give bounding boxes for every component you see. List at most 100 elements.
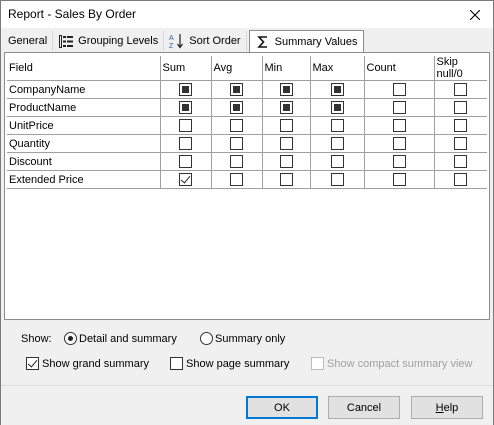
count-checkbox[interactable] xyxy=(392,83,406,96)
header-field: Field xyxy=(7,56,161,81)
min-checkbox[interactable] xyxy=(279,137,293,150)
count-checkbox[interactable] xyxy=(392,119,406,132)
avg-cell xyxy=(210,98,263,117)
grid-header-row: Field Sum Avg Min Max Count Skip null/0 xyxy=(7,56,487,81)
grid-row: Extended Price xyxy=(7,170,487,189)
window-title: Report - Sales By Order xyxy=(8,7,137,21)
tab-strip: General Grouping Levels A Z Sort Order S… xyxy=(3,30,364,52)
min-checkbox[interactable] xyxy=(279,173,293,186)
radio-detail-and-summary[interactable] xyxy=(64,332,77,345)
count-cell xyxy=(363,170,435,189)
skip-null-checkbox[interactable] xyxy=(454,155,468,168)
tab-sort-order[interactable]: A Z Sort Order xyxy=(164,31,247,51)
title-bar: Report - Sales By Order xyxy=(1,1,493,28)
show-grand-summary-checkbox[interactable] xyxy=(26,357,39,370)
max-checkbox[interactable] xyxy=(330,101,344,114)
min-cell xyxy=(261,116,311,135)
tab-label: Grouping Levels xyxy=(78,35,159,47)
min-cell xyxy=(261,152,311,171)
avg-cell xyxy=(210,80,263,99)
max-checkbox[interactable] xyxy=(330,173,344,186)
sort-az-icon: A Z xyxy=(169,34,185,49)
tab-grouping-levels[interactable]: Grouping Levels xyxy=(53,31,165,51)
avg-checkbox[interactable] xyxy=(230,137,243,150)
header-max: Max xyxy=(309,56,365,81)
count-checkbox[interactable] xyxy=(392,101,406,114)
sum-checkbox[interactable] xyxy=(179,101,192,114)
tab-summary-values[interactable]: Summary Values xyxy=(248,30,364,52)
min-checkbox[interactable] xyxy=(279,155,293,168)
avg-cell xyxy=(210,116,263,135)
sum-cell xyxy=(159,134,212,153)
radio-summary-only[interactable] xyxy=(200,332,213,345)
avg-checkbox[interactable] xyxy=(230,173,243,186)
radio-summary-only-label[interactable]: Summary only xyxy=(215,333,285,345)
tab-general[interactable]: General xyxy=(3,31,54,51)
skip-null-checkbox[interactable] xyxy=(454,119,468,132)
sum-checkbox[interactable] xyxy=(179,137,192,150)
grid-row: CompanyName xyxy=(7,80,487,99)
avg-checkbox[interactable] xyxy=(230,83,243,96)
tab-label: Summary Values xyxy=(274,35,358,48)
sum-checkbox[interactable] xyxy=(179,173,192,186)
count-cell xyxy=(363,152,435,171)
show-compact-summary-checkbox xyxy=(311,357,324,370)
skip-null-checkbox[interactable] xyxy=(454,173,468,186)
summary-options: Show: Detail and summary Summary only Sh… xyxy=(1,326,494,381)
min-cell xyxy=(261,98,311,117)
close-icon xyxy=(470,9,480,20)
max-checkbox[interactable] xyxy=(330,83,344,96)
min-checkbox[interactable] xyxy=(279,119,293,132)
show-grand-summary-label[interactable]: Show grand summary xyxy=(42,358,149,370)
sum-cell xyxy=(159,80,212,99)
avg-cell xyxy=(210,152,263,171)
max-checkbox[interactable] xyxy=(330,137,344,150)
max-cell xyxy=(309,116,365,135)
header-avg: Avg xyxy=(210,56,263,81)
sum-checkbox[interactable] xyxy=(179,119,192,132)
avg-checkbox[interactable] xyxy=(230,101,243,114)
max-cell xyxy=(309,80,365,99)
show-page-summary-checkbox[interactable] xyxy=(170,357,183,370)
sigma-icon xyxy=(255,35,271,49)
max-checkbox[interactable] xyxy=(330,155,344,168)
show-page-summary-label[interactable]: Show page summary xyxy=(186,358,289,370)
header-sum: Sum xyxy=(159,56,212,81)
skip-null-cell xyxy=(433,134,487,153)
sum-checkbox[interactable] xyxy=(179,155,192,168)
skip-null-cell xyxy=(433,170,487,189)
header-min: Min xyxy=(261,56,311,81)
field-name-cell: ProductName xyxy=(7,98,161,117)
show-compact-summary-label: Show compact summary view xyxy=(327,358,473,370)
min-cell xyxy=(261,134,311,153)
tab-label: General xyxy=(8,35,48,47)
count-checkbox[interactable] xyxy=(392,137,406,150)
close-button[interactable] xyxy=(457,1,493,28)
skip-null-checkbox[interactable] xyxy=(454,83,468,96)
cancel-button[interactable]: Cancel xyxy=(328,396,400,419)
avg-checkbox[interactable] xyxy=(230,155,243,168)
tab-label: Sort Order xyxy=(189,35,241,47)
avg-checkbox[interactable] xyxy=(230,119,243,132)
radio-detail-label[interactable]: Detail and summary xyxy=(79,333,177,345)
grid-row: ProductName xyxy=(7,98,487,117)
min-checkbox[interactable] xyxy=(279,101,293,114)
count-checkbox[interactable] xyxy=(392,173,406,186)
avg-cell xyxy=(210,170,263,189)
ok-button[interactable]: OK xyxy=(246,396,318,419)
skip-null-cell xyxy=(433,98,487,117)
count-cell xyxy=(363,98,435,117)
header-count: Count xyxy=(363,56,435,81)
min-checkbox[interactable] xyxy=(279,83,293,96)
sum-checkbox[interactable] xyxy=(179,83,192,96)
min-cell xyxy=(261,170,311,189)
field-name-cell: UnitPrice xyxy=(7,116,161,135)
max-checkbox[interactable] xyxy=(330,119,344,132)
header-skip-null: Skip null/0 xyxy=(433,56,487,81)
help-button[interactable]: Help xyxy=(411,396,483,419)
skip-null-checkbox[interactable] xyxy=(454,101,468,114)
count-checkbox[interactable] xyxy=(392,155,406,168)
skip-null-checkbox[interactable] xyxy=(454,137,468,150)
help-mnemonic: H xyxy=(435,401,444,414)
summary-values-panel: Field Sum Avg Min Max Count Skip null/0 … xyxy=(4,52,490,320)
